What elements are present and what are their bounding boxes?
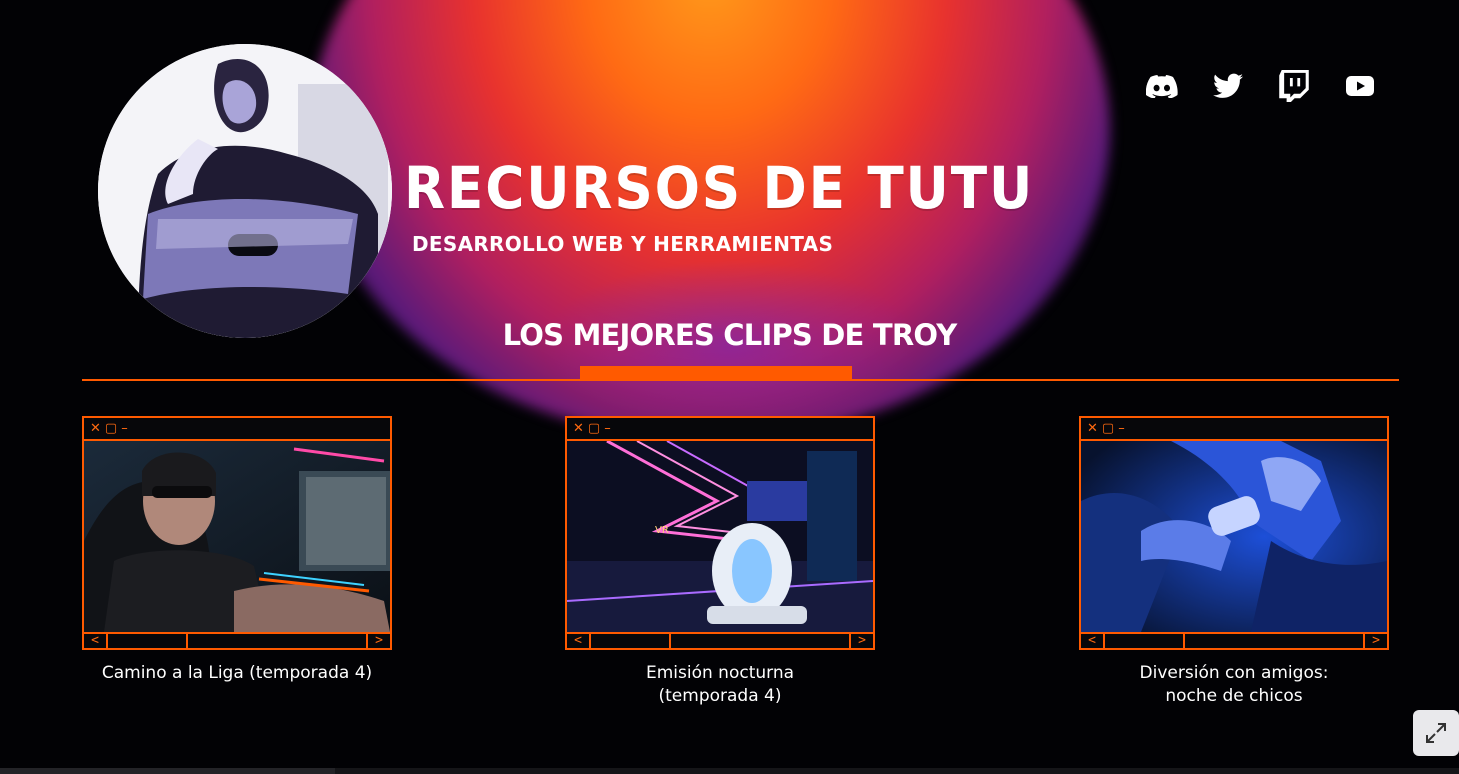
minimize-icon[interactable]: – — [604, 421, 611, 436]
youtube-icon[interactable] — [1344, 70, 1376, 102]
close-icon[interactable]: ✕ — [1087, 421, 1098, 436]
card-navbar: < > — [1081, 632, 1387, 648]
card-footer-segment — [671, 634, 851, 648]
fullscreen-button[interactable] — [1413, 710, 1459, 756]
discord-icon[interactable] — [1146, 70, 1178, 102]
clip-caption: Camino a la Liga (temporada 4) — [101, 663, 373, 683]
card-footer-segment — [591, 634, 671, 648]
next-button[interactable]: > — [1365, 634, 1387, 648]
maximize-icon[interactable]: ▢ — [105, 421, 117, 436]
clip-caption: Diversión con amigos: noche de chicos — [1139, 663, 1329, 706]
clip-card[interactable]: ✕ ▢ – < > — [82, 416, 392, 650]
twitter-icon[interactable] — [1212, 70, 1244, 102]
avatar — [98, 44, 392, 338]
bottom-scrollbar[interactable] — [0, 768, 1459, 774]
card-titlebar: ✕ ▢ – — [84, 418, 390, 441]
card-footer-segment — [1105, 634, 1185, 648]
section-title: LOS MEJORES CLIPS DE TROY — [502, 318, 958, 352]
card-footer-segment — [188, 634, 368, 648]
card-titlebar: ✕ ▢ – — [567, 418, 873, 441]
clip-card[interactable]: ✕ ▢ – < > — [1079, 416, 1389, 650]
clip-thumbnail[interactable] — [1081, 441, 1387, 632]
twitch-icon[interactable] — [1278, 70, 1310, 102]
close-icon[interactable]: ✕ — [90, 421, 101, 436]
next-button[interactable]: > — [368, 634, 390, 648]
close-icon[interactable]: ✕ — [573, 421, 584, 436]
brand-title: RECURSOS DE TUTU — [404, 154, 1035, 222]
clip-thumbnail[interactable]: VR — [567, 441, 873, 632]
minimize-icon[interactable]: – — [121, 421, 128, 436]
section-divider — [82, 379, 1399, 381]
card-navbar: < > — [567, 632, 873, 648]
clip-caption: Emisión nocturna (temporada 4) — [645, 663, 795, 706]
prev-button[interactable]: < — [84, 634, 108, 648]
clip-thumbnail[interactable] — [84, 441, 390, 632]
maximize-icon[interactable]: ▢ — [1102, 421, 1114, 436]
prev-button[interactable]: < — [1081, 634, 1105, 648]
svg-text:VR: VR — [655, 525, 669, 536]
card-navbar: < > — [84, 632, 390, 648]
prev-button[interactable]: < — [567, 634, 591, 648]
card-titlebar: ✕ ▢ – — [1081, 418, 1387, 441]
social-links — [1146, 70, 1376, 102]
card-footer-segment — [1185, 634, 1365, 648]
minimize-icon[interactable]: – — [1118, 421, 1125, 436]
brand-tagline: DESARROLLO WEB Y HERRAMIENTAS — [412, 232, 834, 256]
maximize-icon[interactable]: ▢ — [588, 421, 600, 436]
section-title-accent — [580, 366, 852, 380]
expand-icon — [1426, 723, 1446, 743]
next-button[interactable]: > — [851, 634, 873, 648]
clip-card[interactable]: ✕ ▢ – VR < > — [565, 416, 875, 650]
card-footer-segment — [108, 634, 188, 648]
